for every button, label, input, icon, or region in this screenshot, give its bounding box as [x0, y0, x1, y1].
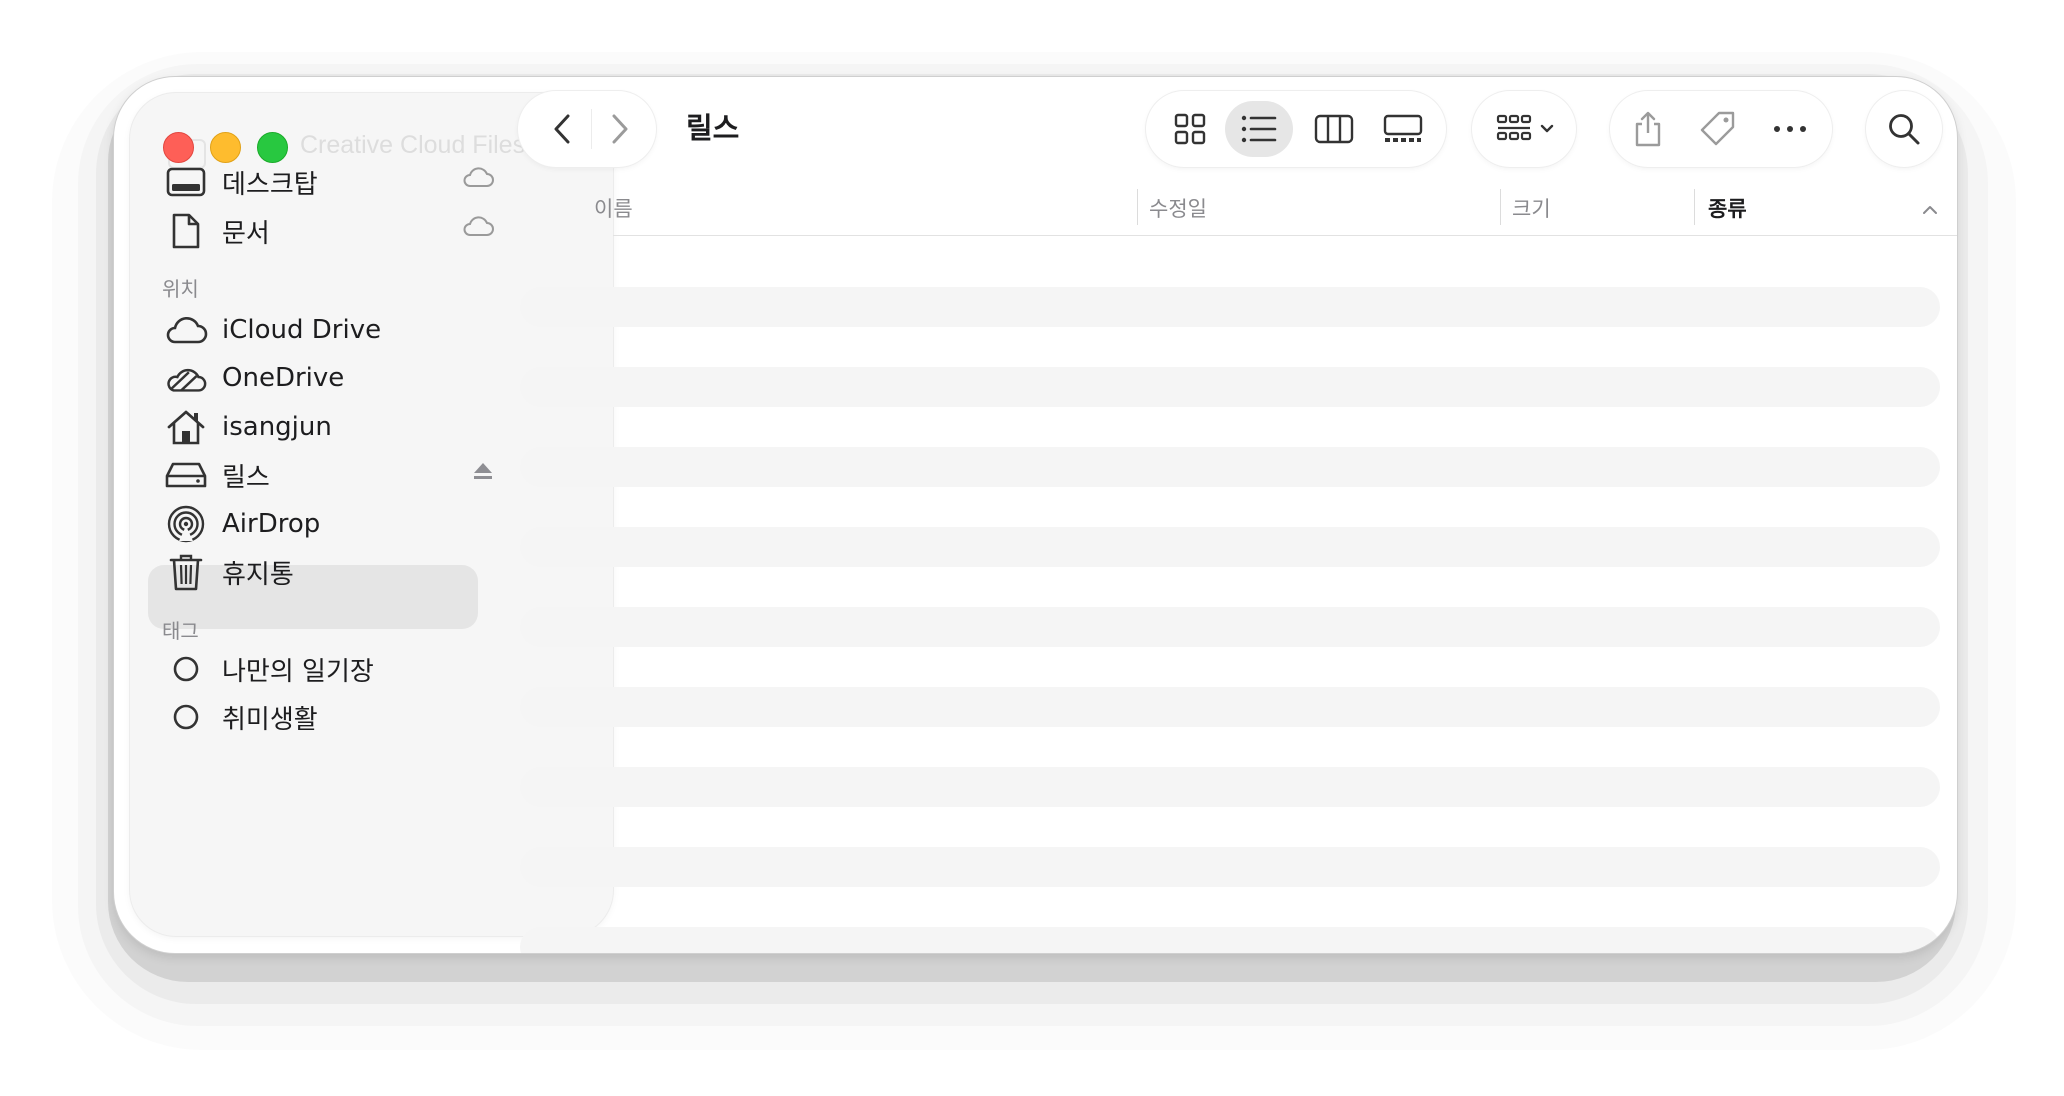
- grid-icon: [1174, 113, 1206, 145]
- tag-icon: [1700, 111, 1735, 146]
- search-button[interactable]: [1874, 101, 1934, 157]
- ellipsis-icon: [1774, 126, 1806, 132]
- empty-list-row: [520, 847, 1940, 887]
- empty-list-row: [520, 607, 1940, 647]
- drive-icon: [164, 453, 208, 497]
- icon-view-button[interactable]: [1160, 101, 1220, 157]
- share-icon: [1635, 111, 1661, 147]
- document-icon: [164, 209, 208, 253]
- chevron-right-icon: [612, 114, 628, 144]
- column-header-name[interactable]: 이름: [594, 193, 633, 223]
- back-button[interactable]: [534, 101, 590, 157]
- list-icon: [1241, 115, 1277, 143]
- eject-icon[interactable]: [472, 461, 494, 485]
- gallery-view-button[interactable]: [1370, 101, 1436, 157]
- header-divider: [613, 235, 1957, 236]
- tag-button[interactable]: [1688, 101, 1748, 157]
- empty-list-row: [520, 447, 1940, 487]
- empty-list-row: [520, 287, 1940, 327]
- tag-circle-icon: [164, 695, 208, 739]
- sort-ascending-icon[interactable]: [1922, 201, 1938, 220]
- column-separator[interactable]: [1694, 189, 1695, 225]
- column-view-button[interactable]: [1302, 101, 1366, 157]
- column-separator[interactable]: [1137, 189, 1138, 225]
- sidebar-item-label: 나만의 일기장: [222, 656, 374, 687]
- empty-list-row: [520, 927, 1940, 953]
- sidebar-item-label: isangjun: [222, 412, 332, 442]
- desktop-icon: [164, 160, 208, 204]
- empty-list-row: [520, 767, 1940, 807]
- sidebar-item-label: 데스크탑: [222, 169, 318, 200]
- empty-list-row: [520, 367, 1940, 407]
- list-view-button[interactable]: [1229, 101, 1289, 157]
- share-button[interactable]: [1618, 101, 1678, 157]
- sidebar-item-label: 휴지통: [222, 559, 294, 590]
- chevron-left-icon: [554, 114, 570, 144]
- column-header-kind[interactable]: 종류: [1708, 193, 1747, 223]
- column-separator[interactable]: [1500, 189, 1501, 225]
- chevron-down-icon: [1540, 124, 1554, 133]
- gallery-icon: [1383, 114, 1423, 142]
- sidebar: Creative Cloud Files 데스크탑 문서 위치 iCloud D…: [130, 93, 613, 936]
- column-header-size[interactable]: 크기: [1512, 193, 1551, 223]
- cloud-status-icon: [462, 215, 494, 241]
- cloud-status-icon: [462, 166, 494, 192]
- sidebar-item-label: OneDrive: [222, 363, 345, 393]
- more-button[interactable]: [1760, 101, 1820, 157]
- sidebar-item-label: AirDrop: [222, 509, 321, 539]
- empty-list-row: [520, 687, 1940, 727]
- sidebar-item-label: iCloud Drive: [222, 315, 382, 345]
- sidebar-item-documents[interactable]: 문서: [164, 199, 494, 263]
- window-title: 릴스: [686, 111, 740, 145]
- onedrive-icon: [164, 356, 208, 400]
- columns-icon: [1314, 114, 1354, 144]
- forward-button[interactable]: [592, 101, 648, 157]
- sidebar-item-label: 취미생활: [222, 704, 318, 735]
- sidebar-item-trash[interactable]: 휴지통: [164, 540, 494, 604]
- group-icon: [1496, 114, 1532, 141]
- sidebar-item-tag-hobby[interactable]: 취미생활: [164, 685, 494, 749]
- group-by-button[interactable]: [1484, 101, 1566, 157]
- sidebar-item-label: 문서: [222, 218, 270, 249]
- finder-window: Creative Cloud Files 데스크탑 문서 위치 iCloud D…: [113, 76, 1958, 954]
- column-header-modified[interactable]: 수정일: [1149, 193, 1207, 223]
- sidebar-item-label: 릴스: [222, 462, 270, 493]
- empty-list-row: [520, 527, 1940, 567]
- trash-icon: [164, 550, 208, 594]
- search-icon: [1889, 114, 1920, 145]
